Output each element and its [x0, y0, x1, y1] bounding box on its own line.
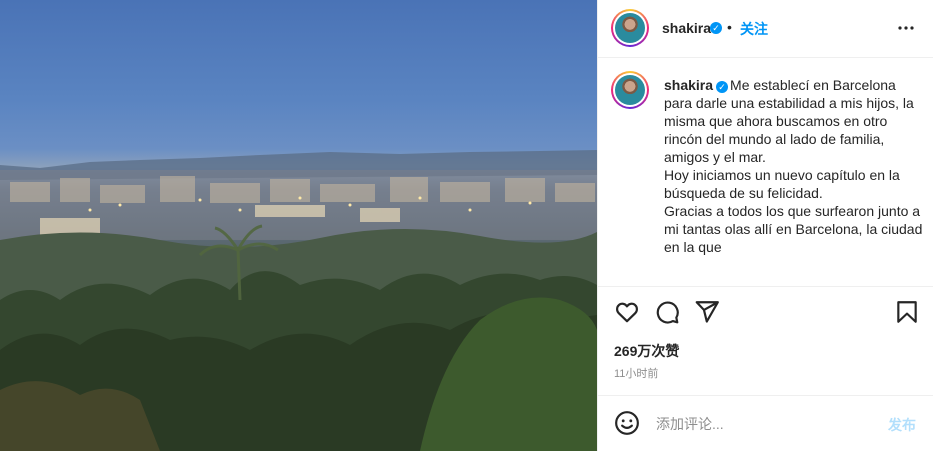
follow-button[interactable]: 关注 — [740, 19, 768, 39]
avatar-ring — [613, 11, 647, 45]
verified-badge-icon: ✓ — [710, 22, 722, 34]
heart-icon[interactable] — [614, 299, 640, 325]
comment-input[interactable] — [654, 410, 878, 438]
caption-text: shakira ✓ Me establecí en Barcelona para d… — [664, 76, 924, 256]
caption-username[interactable]: shakira — [664, 77, 713, 93]
emoji-icon[interactable] — [614, 410, 640, 436]
header-username[interactable]: shakira — [662, 20, 711, 36]
city-landscape-photo — [0, 150, 597, 451]
comment-bar: 发布 — [598, 395, 933, 451]
comment-icon[interactable] — [654, 299, 680, 325]
profile-picture — [615, 13, 645, 43]
ellipsis-icon — [898, 26, 914, 30]
separator-dot: • — [727, 19, 732, 35]
share-icon[interactable] — [694, 299, 720, 325]
post-side-panel: shakira ✓ • 关注 shakira ✓ Me establecí en B… — [597, 0, 933, 451]
post-photo[interactable] — [0, 0, 597, 451]
avatar-ring — [613, 73, 647, 107]
caption-body: Me establecí en Barcelona para darle una… — [664, 77, 923, 255]
post-header: shakira ✓ • 关注 — [598, 0, 933, 58]
likes-count[interactable]: 269万次赞 — [614, 341, 679, 361]
more-options-icon[interactable] — [894, 16, 918, 40]
post-comment-button[interactable]: 发布 — [888, 415, 916, 435]
action-bar — [598, 288, 933, 336]
caption-avatar[interactable] — [611, 71, 649, 109]
bookmark-icon[interactable] — [894, 299, 920, 325]
avatar[interactable] — [611, 9, 649, 47]
profile-picture — [615, 75, 645, 105]
verified-badge-icon: ✓ — [716, 81, 729, 93]
caption-section: shakira ✓ Me establecí en Barcelona para d… — [598, 58, 933, 287]
post-timestamp[interactable]: 11小时前 — [614, 365, 658, 381]
